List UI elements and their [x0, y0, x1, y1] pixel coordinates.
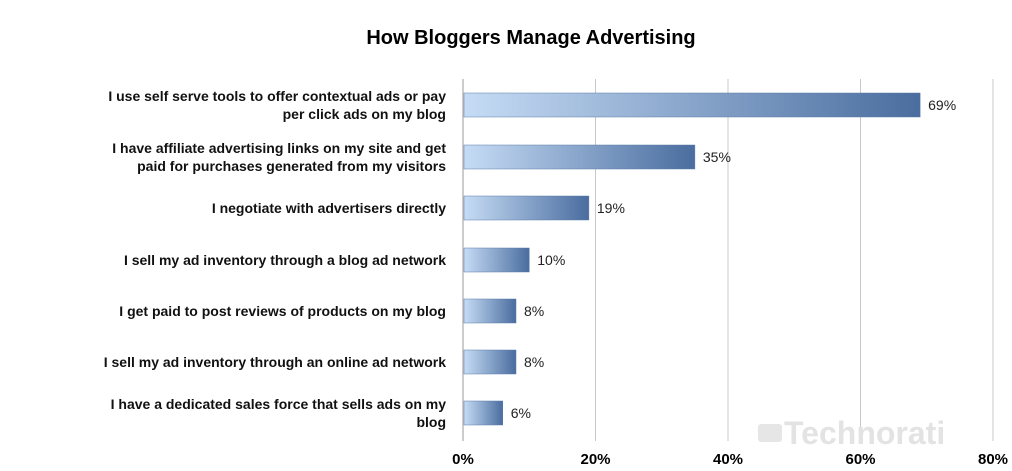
chart-title: How Bloggers Manage Advertising: [366, 27, 695, 49]
x-tick-label: 80%: [978, 451, 1008, 468]
category-label: blog: [416, 414, 446, 430]
x-tick-label: 0%: [452, 451, 474, 468]
bar: [463, 298, 517, 324]
category-labels: I use self serve tools to offer contextu…: [104, 88, 447, 430]
watermark-group: Technorati: [758, 415, 945, 451]
bar: [463, 400, 503, 426]
x-axis-tick-labels: 0% 20% 40% 60% 80%: [452, 451, 1008, 468]
category-label: I have affiliate advertising links on my…: [112, 140, 446, 156]
category-label: per click ads on my blog: [283, 106, 446, 122]
watermark-text: Technorati: [784, 415, 945, 451]
category-label: paid for purchases generated from my vis…: [137, 158, 446, 174]
category-label: I sell my ad inventory through a blog ad…: [124, 252, 446, 268]
bar: [463, 92, 921, 118]
x-tick-label: 40%: [713, 451, 743, 468]
bar: [463, 349, 517, 375]
bar: [463, 144, 696, 170]
data-label: 35%: [703, 149, 731, 165]
watermark-logo-icon: [758, 424, 782, 442]
bar-chart: How Bloggers Manage Advertising Technora…: [104, 27, 1008, 468]
bar: [463, 195, 590, 221]
data-label: 19%: [597, 200, 625, 216]
data-label: 10%: [537, 252, 565, 268]
category-label: I negotiate with advertisers directly: [212, 200, 446, 216]
x-tick-label: 20%: [580, 451, 610, 468]
category-label: I use self serve tools to offer contextu…: [108, 88, 446, 104]
data-label: 8%: [524, 303, 544, 319]
category-label: I sell my ad inventory through an online…: [104, 354, 446, 370]
data-label: 6%: [511, 405, 531, 421]
x-tick-label: 60%: [845, 451, 875, 468]
data-label: 8%: [524, 354, 544, 370]
data-label: 69%: [928, 97, 956, 113]
category-label: I get paid to post reviews of products o…: [119, 303, 446, 319]
bars: [463, 92, 921, 426]
category-label: I have a dedicated sales force that sell…: [111, 396, 447, 412]
bar: [463, 247, 530, 273]
